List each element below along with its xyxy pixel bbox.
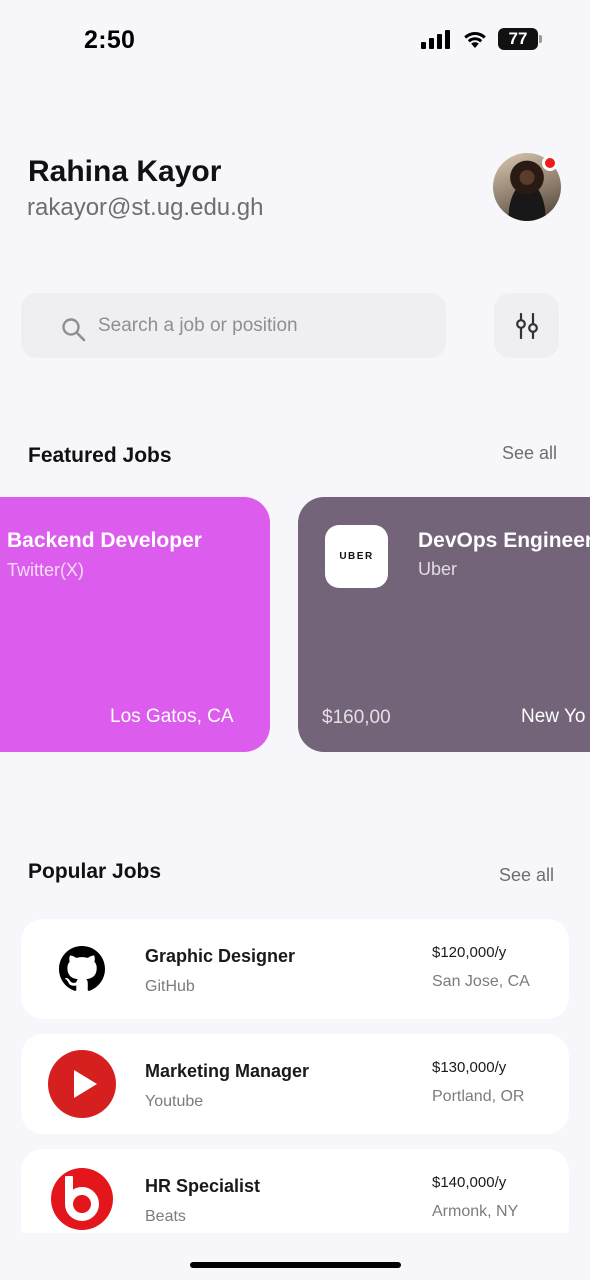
home-indicator[interactable] (190, 1262, 401, 1268)
filter-button[interactable] (494, 293, 559, 358)
job-salary: $140,000/y (432, 1174, 507, 1191)
youtube-logo (48, 1050, 116, 1118)
wifi-icon (464, 32, 486, 48)
job-card-graphic-designer[interactable]: Graphic Designer GitHub $120,000/y San J… (21, 919, 569, 1019)
github-logo (48, 935, 116, 1003)
search-bar[interactable] (21, 293, 446, 358)
search-icon (62, 318, 86, 342)
job-location: Armonk, NY (432, 1203, 519, 1220)
featured-card-devops-engineer[interactable]: UBER DevOps Engineer Uber $160,00 New Yo (298, 497, 590, 752)
card-company: Uber (418, 559, 458, 579)
youtube-icon (48, 1050, 116, 1118)
job-card-marketing-manager[interactable]: Marketing Manager Youtube $130,000/y Por… (21, 1034, 569, 1134)
user-email: rakayor@st.ug.edu.gh (27, 194, 264, 221)
card-job-title: Backend Developer (7, 529, 202, 552)
featured-card-backend-developer[interactable]: Backend Developer Twitter(X) Los Gatos, … (0, 497, 270, 752)
job-salary: $130,000/y (432, 1059, 507, 1076)
job-company: Beats (145, 1208, 186, 1225)
app-screen: 2:50 77 Rahina Kayor rakayor@st.ug.edu.g… (0, 0, 590, 1280)
featured-jobs-heading: Featured Jobs (28, 444, 172, 467)
notification-dot (542, 155, 558, 171)
popular-see-all-link[interactable]: See all (499, 865, 554, 886)
sliders-icon (515, 312, 538, 339)
job-company: GitHub (145, 978, 195, 995)
card-company: Twitter(X) (7, 560, 85, 580)
card-location: Los Gatos, CA (110, 706, 234, 727)
uber-logo: UBER (325, 525, 388, 588)
status-time: 2:50 (84, 26, 136, 54)
job-title: HR Specialist (145, 1176, 261, 1196)
job-location: Portland, OR (432, 1088, 525, 1105)
beats-icon (51, 1168, 113, 1230)
job-title: Graphic Designer (145, 946, 296, 966)
featured-see-all-link[interactable]: See all (502, 443, 557, 464)
job-company: Youtube (145, 1093, 204, 1110)
search-input[interactable] (98, 311, 428, 341)
card-job-title: DevOps Engineer (418, 529, 590, 552)
job-location: San Jose, CA (432, 973, 530, 990)
status-icons: 77 (421, 28, 542, 50)
card-salary: $160,00 (322, 707, 391, 728)
github-icon (59, 946, 105, 991)
job-title: Marketing Manager (145, 1061, 310, 1081)
avatar[interactable] (493, 153, 561, 221)
popular-jobs-heading: Popular Jobs (28, 860, 162, 883)
user-name: Rahina Kayor (28, 155, 222, 188)
job-salary: $120,000/y (432, 944, 507, 961)
bottom-safe-area (0, 1233, 590, 1280)
signal-icon (421, 30, 450, 49)
battery-indicator: 77 (498, 28, 542, 50)
beats-logo (48, 1165, 116, 1233)
card-location: New Yo (521, 706, 586, 727)
